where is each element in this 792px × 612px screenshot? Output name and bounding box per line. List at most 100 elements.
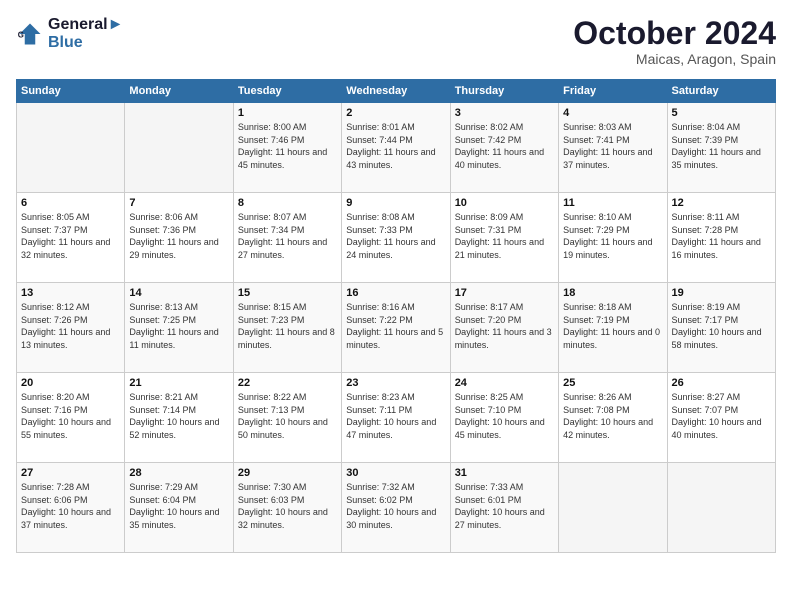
- day-number: 8: [238, 197, 337, 209]
- calendar-cell: 3 Sunrise: 8:02 AMSunset: 7:42 PMDayligh…: [450, 103, 558, 193]
- logo-icon: G: [16, 20, 44, 48]
- day-number: 20: [21, 377, 120, 389]
- day-number: 30: [346, 467, 445, 479]
- day-detail: Sunrise: 8:02 AMSunset: 7:42 PMDaylight:…: [455, 121, 554, 171]
- calendar-cell: 14 Sunrise: 8:13 AMSunset: 7:25 PMDaylig…: [125, 283, 233, 373]
- day-number: 28: [129, 467, 228, 479]
- weekday-header-monday: Monday: [125, 80, 233, 103]
- calendar-week-5: 27 Sunrise: 7:28 AMSunset: 6:06 PMDaylig…: [17, 463, 776, 553]
- calendar-cell: 16 Sunrise: 8:16 AMSunset: 7:22 PMDaylig…: [342, 283, 450, 373]
- day-number: 18: [563, 287, 662, 299]
- calendar-cell: 24 Sunrise: 8:25 AMSunset: 7:10 PMDaylig…: [450, 373, 558, 463]
- calendar-cell: 18 Sunrise: 8:18 AMSunset: 7:19 PMDaylig…: [559, 283, 667, 373]
- calendar-cell: 26 Sunrise: 8:27 AMSunset: 7:07 PMDaylig…: [667, 373, 775, 463]
- day-detail: Sunrise: 7:28 AMSunset: 6:06 PMDaylight:…: [21, 481, 120, 531]
- day-number: 27: [21, 467, 120, 479]
- day-detail: Sunrise: 8:27 AMSunset: 7:07 PMDaylight:…: [672, 391, 771, 441]
- month-title: October 2024: [573, 16, 776, 51]
- day-detail: Sunrise: 7:30 AMSunset: 6:03 PMDaylight:…: [238, 481, 337, 531]
- day-number: 29: [238, 467, 337, 479]
- calendar-cell: 8 Sunrise: 8:07 AMSunset: 7:34 PMDayligh…: [233, 193, 341, 283]
- day-detail: Sunrise: 8:00 AMSunset: 7:46 PMDaylight:…: [238, 121, 337, 171]
- day-number: 13: [21, 287, 120, 299]
- day-detail: Sunrise: 8:03 AMSunset: 7:41 PMDaylight:…: [563, 121, 662, 171]
- day-detail: Sunrise: 8:04 AMSunset: 7:39 PMDaylight:…: [672, 121, 771, 171]
- day-detail: Sunrise: 8:05 AMSunset: 7:37 PMDaylight:…: [21, 211, 120, 261]
- calendar-week-1: 1 Sunrise: 8:00 AMSunset: 7:46 PMDayligh…: [17, 103, 776, 193]
- weekday-header-sunday: Sunday: [17, 80, 125, 103]
- day-number: 12: [672, 197, 771, 209]
- day-detail: Sunrise: 8:13 AMSunset: 7:25 PMDaylight:…: [129, 301, 228, 351]
- calendar-cell: 4 Sunrise: 8:03 AMSunset: 7:41 PMDayligh…: [559, 103, 667, 193]
- day-number: 6: [21, 197, 120, 209]
- day-number: 5: [672, 107, 771, 119]
- calendar-cell: 17 Sunrise: 8:17 AMSunset: 7:20 PMDaylig…: [450, 283, 558, 373]
- calendar-week-3: 13 Sunrise: 8:12 AMSunset: 7:26 PMDaylig…: [17, 283, 776, 373]
- weekday-header-saturday: Saturday: [667, 80, 775, 103]
- logo: G General► Blue: [16, 16, 123, 52]
- day-detail: Sunrise: 8:08 AMSunset: 7:33 PMDaylight:…: [346, 211, 445, 261]
- weekday-header-thursday: Thursday: [450, 80, 558, 103]
- day-detail: Sunrise: 8:17 AMSunset: 7:20 PMDaylight:…: [455, 301, 554, 351]
- location-subtitle: Maicas, Aragon, Spain: [573, 51, 776, 67]
- calendar-cell: 6 Sunrise: 8:05 AMSunset: 7:37 PMDayligh…: [17, 193, 125, 283]
- day-detail: Sunrise: 8:11 AMSunset: 7:28 PMDaylight:…: [672, 211, 771, 261]
- day-detail: Sunrise: 8:18 AMSunset: 7:19 PMDaylight:…: [563, 301, 662, 351]
- calendar-cell: 2 Sunrise: 8:01 AMSunset: 7:44 PMDayligh…: [342, 103, 450, 193]
- day-detail: Sunrise: 8:01 AMSunset: 7:44 PMDaylight:…: [346, 121, 445, 171]
- day-detail: Sunrise: 7:33 AMSunset: 6:01 PMDaylight:…: [455, 481, 554, 531]
- calendar-cell: 19 Sunrise: 8:19 AMSunset: 7:17 PMDaylig…: [667, 283, 775, 373]
- weekday-header-friday: Friday: [559, 80, 667, 103]
- calendar-cell: 7 Sunrise: 8:06 AMSunset: 7:36 PMDayligh…: [125, 193, 233, 283]
- calendar-cell: 9 Sunrise: 8:08 AMSunset: 7:33 PMDayligh…: [342, 193, 450, 283]
- weekday-header-tuesday: Tuesday: [233, 80, 341, 103]
- day-number: 14: [129, 287, 228, 299]
- day-detail: Sunrise: 8:22 AMSunset: 7:13 PMDaylight:…: [238, 391, 337, 441]
- day-detail: Sunrise: 8:19 AMSunset: 7:17 PMDaylight:…: [672, 301, 771, 351]
- day-detail: Sunrise: 8:20 AMSunset: 7:16 PMDaylight:…: [21, 391, 120, 441]
- calendar-cell: 13 Sunrise: 8:12 AMSunset: 7:26 PMDaylig…: [17, 283, 125, 373]
- day-number: 19: [672, 287, 771, 299]
- calendar-cell: 11 Sunrise: 8:10 AMSunset: 7:29 PMDaylig…: [559, 193, 667, 283]
- calendar-cell: 10 Sunrise: 8:09 AMSunset: 7:31 PMDaylig…: [450, 193, 558, 283]
- day-number: 26: [672, 377, 771, 389]
- calendar-cell: 20 Sunrise: 8:20 AMSunset: 7:16 PMDaylig…: [17, 373, 125, 463]
- day-number: 15: [238, 287, 337, 299]
- day-number: 25: [563, 377, 662, 389]
- calendar-table: SundayMondayTuesdayWednesdayThursdayFrid…: [16, 79, 776, 553]
- calendar-cell: 27 Sunrise: 7:28 AMSunset: 6:06 PMDaylig…: [17, 463, 125, 553]
- day-number: 11: [563, 197, 662, 209]
- calendar-cell: 21 Sunrise: 8:21 AMSunset: 7:14 PMDaylig…: [125, 373, 233, 463]
- day-detail: Sunrise: 8:26 AMSunset: 7:08 PMDaylight:…: [563, 391, 662, 441]
- calendar-cell: 30 Sunrise: 7:32 AMSunset: 6:02 PMDaylig…: [342, 463, 450, 553]
- day-number: 2: [346, 107, 445, 119]
- title-block: October 2024 Maicas, Aragon, Spain: [573, 16, 776, 67]
- day-number: 16: [346, 287, 445, 299]
- day-detail: Sunrise: 8:06 AMSunset: 7:36 PMDaylight:…: [129, 211, 228, 261]
- page-header: G General► Blue October 2024 Maicas, Ara…: [16, 16, 776, 67]
- calendar-cell: 25 Sunrise: 8:26 AMSunset: 7:08 PMDaylig…: [559, 373, 667, 463]
- calendar-cell: 22 Sunrise: 8:22 AMSunset: 7:13 PMDaylig…: [233, 373, 341, 463]
- day-number: 31: [455, 467, 554, 479]
- day-number: 9: [346, 197, 445, 209]
- calendar-cell: [667, 463, 775, 553]
- day-number: 17: [455, 287, 554, 299]
- day-number: 24: [455, 377, 554, 389]
- day-detail: Sunrise: 7:32 AMSunset: 6:02 PMDaylight:…: [346, 481, 445, 531]
- weekday-header-wednesday: Wednesday: [342, 80, 450, 103]
- calendar-week-2: 6 Sunrise: 8:05 AMSunset: 7:37 PMDayligh…: [17, 193, 776, 283]
- day-number: 1: [238, 107, 337, 119]
- day-number: 4: [563, 107, 662, 119]
- day-number: 10: [455, 197, 554, 209]
- calendar-cell: [559, 463, 667, 553]
- calendar-cell: 31 Sunrise: 7:33 AMSunset: 6:01 PMDaylig…: [450, 463, 558, 553]
- day-detail: Sunrise: 8:25 AMSunset: 7:10 PMDaylight:…: [455, 391, 554, 441]
- day-number: 22: [238, 377, 337, 389]
- calendar-cell: 1 Sunrise: 8:00 AMSunset: 7:46 PMDayligh…: [233, 103, 341, 193]
- calendar-cell: [125, 103, 233, 193]
- day-number: 7: [129, 197, 228, 209]
- calendar-cell: 5 Sunrise: 8:04 AMSunset: 7:39 PMDayligh…: [667, 103, 775, 193]
- calendar-cell: 23 Sunrise: 8:23 AMSunset: 7:11 PMDaylig…: [342, 373, 450, 463]
- day-number: 23: [346, 377, 445, 389]
- logo-text: General► Blue: [48, 16, 123, 52]
